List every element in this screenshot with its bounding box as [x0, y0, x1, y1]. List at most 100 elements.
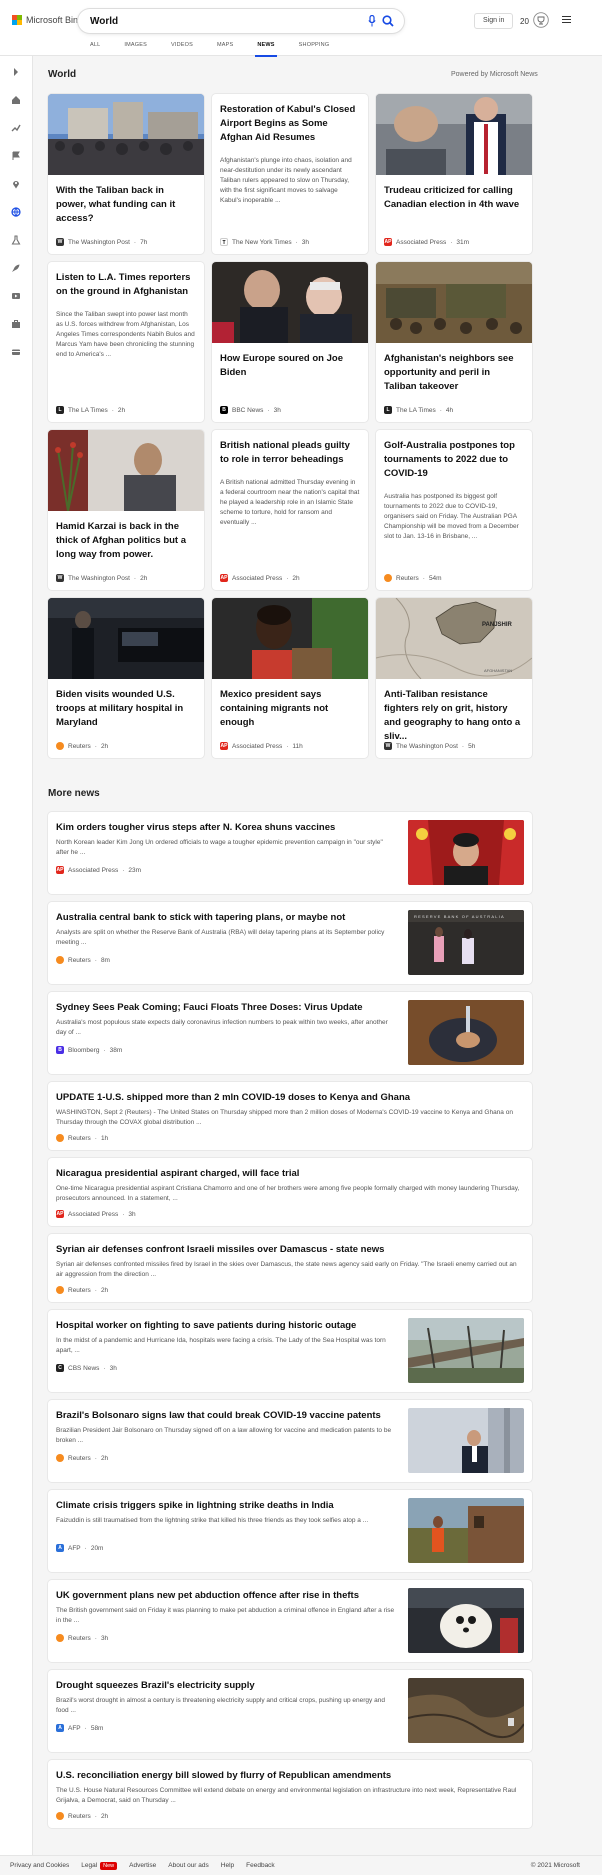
more-news-item[interactable]: Sydney Sees Peak Coming; Fauci Floats Th… [48, 992, 532, 1074]
flag-icon[interactable] [11, 151, 21, 161]
feedback-link[interactable]: Feedback [246, 1862, 275, 1869]
item-title[interactable]: Drought squeezes Brazil's electricity su… [56, 1680, 396, 1691]
item-title[interactable]: Nicaragua presidential aspirant charged,… [56, 1168, 526, 1179]
news-card[interactable]: How Europe soured on Joe Biden B BBC New… [212, 262, 368, 422]
home-icon[interactable] [11, 95, 21, 105]
item-snippet: One-time Nicaragua presidential aspirant… [56, 1185, 520, 1202]
news-card[interactable]: British national pleads guilty to role i… [212, 430, 368, 590]
category-rail [0, 56, 33, 1863]
item-title[interactable]: Syrian air defenses confront Israeli mis… [56, 1244, 526, 1255]
card-title[interactable]: How Europe soured on Joe Biden [220, 352, 360, 380]
expand-chevron-icon[interactable] [11, 67, 21, 77]
about-ads-link[interactable]: About our ads [168, 1862, 208, 1869]
legal-link[interactable]: Legal New [81, 1862, 118, 1870]
more-news-item[interactable]: Drought squeezes Brazil's electricity su… [48, 1670, 532, 1752]
associated-press-icon: AP [220, 574, 228, 582]
la-times-icon: L [56, 406, 64, 414]
video-icon[interactable] [11, 291, 21, 301]
business-icon[interactable] [11, 319, 21, 329]
more-news-item[interactable]: Climate crisis triggers spike in lightni… [48, 1490, 532, 1572]
map-region-label: PANJSHIR [482, 622, 513, 628]
item-title[interactable]: Kim orders tougher virus steps after N. … [56, 822, 396, 833]
powered-by[interactable]: Powered by Microsoft News [451, 71, 538, 78]
card-time: 54m [428, 574, 442, 582]
card-title[interactable]: British national pleads guilty to role i… [220, 439, 360, 467]
tab-videos[interactable]: VIDEOS [171, 42, 193, 48]
card-title[interactable]: With the Taliban back in power, what fun… [56, 184, 196, 226]
science-icon[interactable] [11, 235, 21, 245]
more-news-item[interactable]: Kim orders tougher virus steps after N. … [48, 812, 532, 894]
item-image [408, 1678, 524, 1743]
card-title[interactable]: Listen to L.A. Times reporters on the gr… [56, 271, 196, 299]
card-title[interactable]: Anti-Taliban resistance fighters rely on… [384, 688, 524, 744]
bing-logo[interactable]: Microsoft Bing [12, 15, 83, 25]
news-card[interactable]: Golf-Australia postpones top tournaments… [376, 430, 532, 590]
privacy-link[interactable]: Privacy and Cookies [10, 1862, 69, 1869]
card-title[interactable]: Mexico president says containing migrant… [220, 688, 360, 730]
more-news-item[interactable]: Australia central bank to stick with tap… [48, 902, 532, 984]
item-title[interactable]: Climate crisis triggers spike in lightni… [56, 1500, 396, 1511]
item-dot: · [122, 866, 125, 874]
item-title[interactable]: Hospital worker on fighting to save pati… [56, 1320, 396, 1331]
tab-images[interactable]: IMAGES [124, 42, 147, 48]
item-title[interactable]: U.S. reconciliation energy bill slowed b… [56, 1770, 526, 1781]
afp-icon: A [56, 1544, 64, 1552]
item-title[interactable]: Brazil's Bolsonaro signs law that could … [56, 1410, 396, 1421]
item-time: 23m [128, 866, 142, 874]
item-title[interactable]: UPDATE 1-U.S. shipped more than 2 mln CO… [56, 1092, 526, 1103]
card-dot: · [267, 406, 270, 414]
news-card[interactable]: Biden visits wounded U.S. troops at mili… [48, 598, 204, 758]
item-source: Associated Press [68, 1210, 119, 1218]
item-source: AFP [68, 1544, 81, 1552]
search-input[interactable] [90, 15, 340, 27]
tab-maps[interactable]: MAPS [217, 42, 233, 48]
more-news-item[interactable]: UPDATE 1-U.S. shipped more than 2 mln CO… [48, 1082, 532, 1150]
more-news-item[interactable]: U.S. reconciliation energy bill slowed b… [48, 1760, 532, 1828]
tab-news[interactable]: NEWS [255, 42, 278, 57]
card-title[interactable]: Restoration of Kabul's Closed Airport Be… [220, 103, 360, 145]
card-title[interactable]: Golf-Australia postpones top tournaments… [384, 439, 524, 481]
item-title[interactable]: Sydney Sees Peak Coming; Fauci Floats Th… [56, 1002, 396, 1013]
card-title[interactable]: Biden visits wounded U.S. troops at mili… [56, 688, 196, 730]
rewards-trophy-icon[interactable] [533, 12, 549, 28]
card-source: Associated Press [232, 742, 283, 750]
news-card[interactable]: PANJSHIR AFGHANISTAN Anti-Taliban resist… [376, 598, 532, 758]
card-title[interactable]: Trudeau criticized for calling Canadian … [384, 184, 524, 212]
card-title[interactable]: Hamid Karzai is back in the thick of Afg… [56, 520, 196, 562]
item-time: 3h [100, 1634, 109, 1642]
reuters-icon [384, 574, 392, 582]
location-pin-icon[interactable] [11, 179, 21, 189]
news-card[interactable]: Listen to L.A. Times reporters on the gr… [48, 262, 204, 422]
tab-shopping[interactable]: SHOPPING [299, 42, 330, 48]
card-title[interactable]: Afghanistan's neighbors see opportunity … [384, 352, 524, 394]
more-news-item[interactable]: Hospital worker on fighting to save pati… [48, 1310, 532, 1392]
news-card[interactable]: Afghanistan's neighbors see opportunity … [376, 262, 532, 422]
rewards-points[interactable]: 20 [520, 17, 529, 26]
trending-icon[interactable] [11, 123, 21, 133]
sign-in-button[interactable]: Sign in [474, 13, 514, 29]
search-icon[interactable] [382, 15, 394, 27]
more-news-item[interactable]: Syrian air defenses confront Israeli mis… [48, 1234, 532, 1302]
help-link[interactable]: Help [221, 1862, 234, 1869]
rocket-icon[interactable] [11, 263, 21, 273]
more-news-item[interactable]: Nicaragua presidential aspirant charged,… [48, 1158, 532, 1226]
news-card[interactable]: Restoration of Kabul's Closed Airport Be… [212, 94, 368, 254]
wallet-icon[interactable] [11, 347, 21, 357]
news-card[interactable]: Mexico president says containing migrant… [212, 598, 368, 758]
item-source: Reuters [68, 1286, 91, 1294]
news-card[interactable]: With the Taliban back in power, what fun… [48, 94, 204, 254]
advertise-link[interactable]: Advertise [129, 1862, 156, 1869]
globe-icon[interactable] [11, 207, 21, 217]
search-box[interactable] [78, 9, 404, 33]
item-title[interactable]: Australia central bank to stick with tap… [56, 912, 396, 923]
microphone-icon[interactable] [368, 15, 376, 27]
news-card[interactable]: Hamid Karzai is back in the thick of Afg… [48, 430, 204, 590]
menu-icon[interactable] [562, 16, 571, 24]
news-card[interactable]: Trudeau criticized for calling Canadian … [376, 94, 532, 254]
more-news-item[interactable]: UK government plans new pet abduction of… [48, 1580, 532, 1662]
item-title[interactable]: UK government plans new pet abduction of… [56, 1590, 396, 1601]
card-source: Reuters [68, 742, 91, 750]
more-news-item[interactable]: Brazil's Bolsonaro signs law that could … [48, 1400, 532, 1482]
tab-all[interactable]: ALL [90, 42, 100, 48]
card-meta: W The Washington Post · 7h [56, 238, 147, 246]
